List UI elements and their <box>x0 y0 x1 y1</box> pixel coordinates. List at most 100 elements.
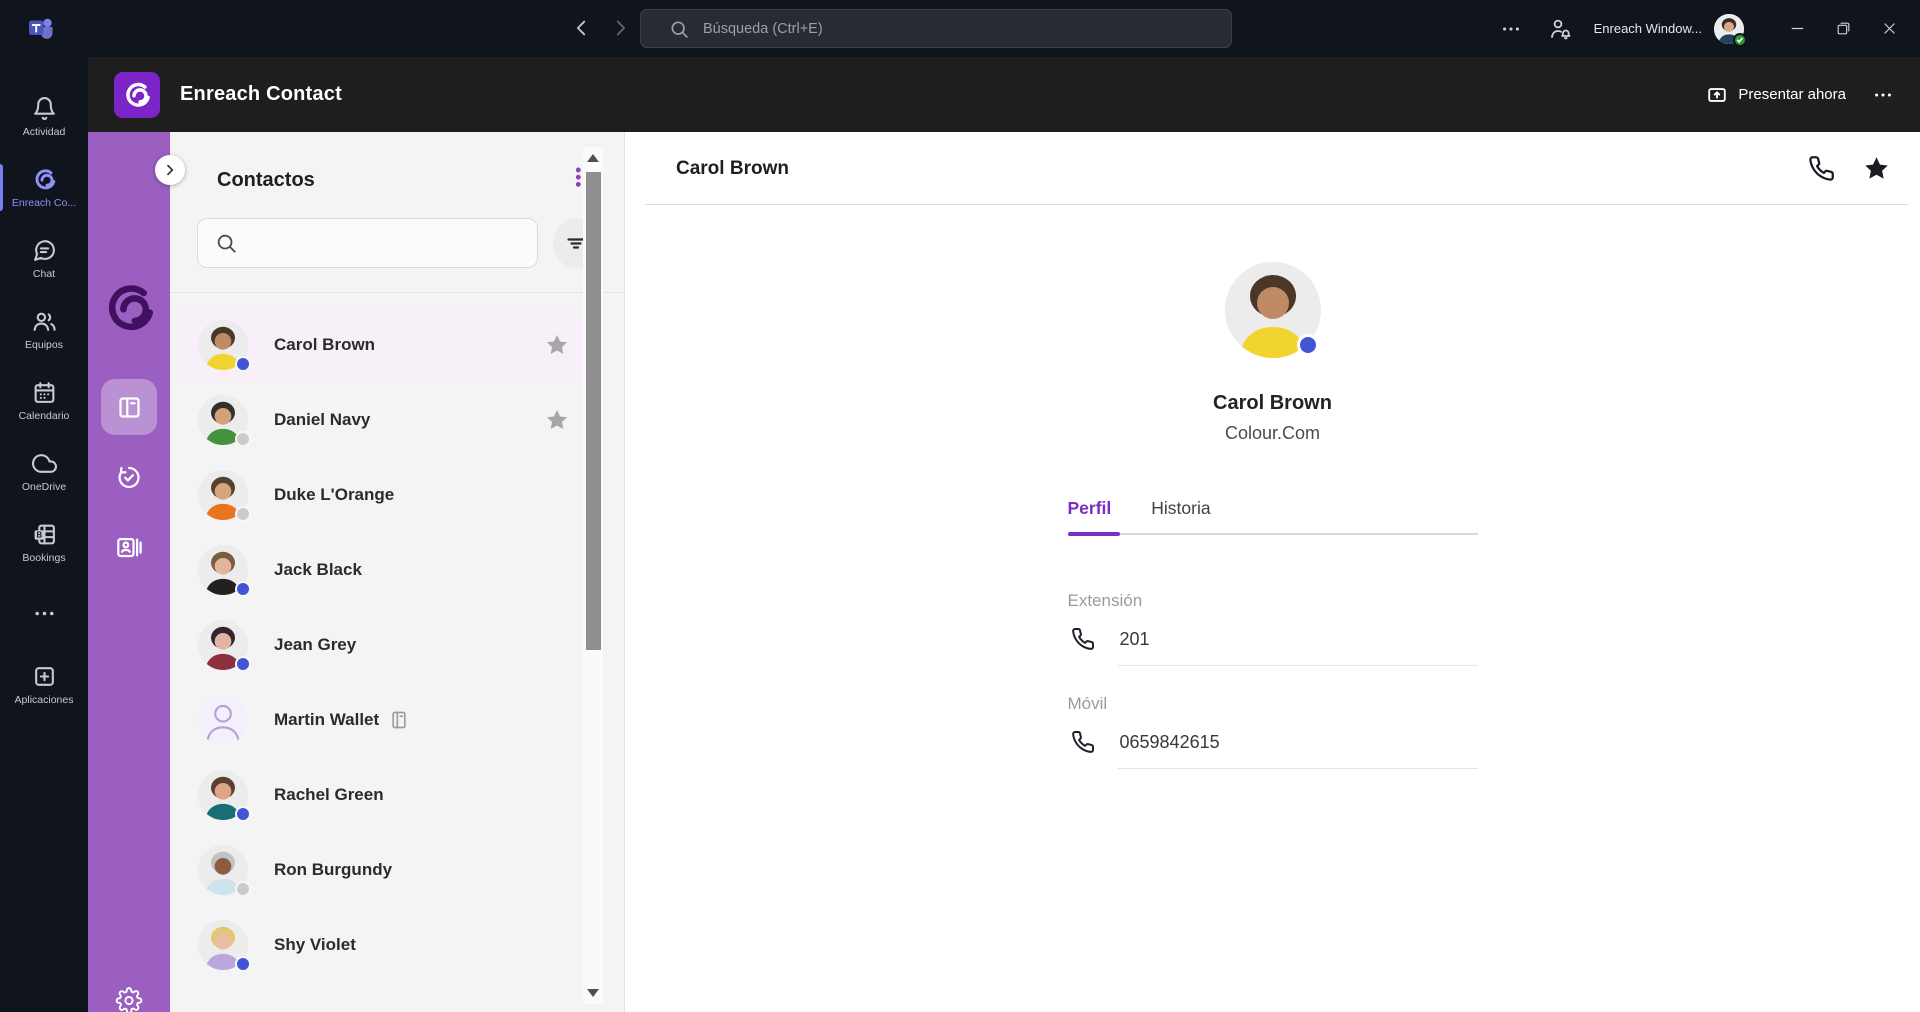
plus-square-icon <box>32 664 57 689</box>
presence-dot <box>235 956 251 972</box>
contact-notifications-icon[interactable] <box>1548 17 1572 41</box>
teams-rail-item-actividad[interactable]: Actividad <box>0 81 88 152</box>
teams-rail-item-chat[interactable]: Chat <box>0 223 88 294</box>
teams-rail-label: Aplicaciones <box>14 693 74 706</box>
teams-rail-label: Equipos <box>25 338 63 351</box>
scroll-up-arrow[interactable] <box>587 154 599 162</box>
titlebar-more-button[interactable] <box>1500 18 1522 40</box>
call-button[interactable] <box>1808 155 1835 182</box>
minimize-button[interactable] <box>1774 9 1820 49</box>
contact-avatar <box>198 845 251 897</box>
contact-list: Carol Brown Daniel Navy Duke L'Orange Ja… <box>170 293 624 1012</box>
scrollbar-thumb[interactable] <box>585 172 601 650</box>
search-icon <box>215 232 237 254</box>
contact-avatar <box>198 920 251 972</box>
teams-window: Enreach Window... Actividad Enreach Co...… <box>0 0 1920 1012</box>
teams-rail-label: Actividad <box>22 125 66 138</box>
contact-row[interactable]: Rachel Green <box>176 758 583 832</box>
global-search[interactable] <box>640 9 1232 48</box>
detail-header: Carol Brown <box>625 132 1920 205</box>
field-value[interactable]: 201 <box>1120 629 1150 650</box>
divider <box>645 204 1908 205</box>
contact-name: Martin Wallet <box>274 710 380 729</box>
contact-row[interactable]: Ron Burgundy <box>176 833 583 907</box>
account-avatar[interactable] <box>1714 13 1747 47</box>
close-icon <box>1881 20 1898 37</box>
contact-avatar <box>198 695 248 745</box>
detail-title: Carol Brown <box>676 157 789 179</box>
contact-avatar <box>198 395 251 447</box>
teams-rail-label: Chat <box>32 267 56 280</box>
enreach-swirl-icon <box>32 167 57 192</box>
chat-icon <box>32 238 57 263</box>
contact-avatar <box>198 770 251 822</box>
close-button[interactable] <box>1866 9 1912 49</box>
enreach-rail-contacts-button[interactable] <box>101 379 157 435</box>
restore-button[interactable] <box>1820 9 1866 49</box>
field-label: Móvil <box>1067 694 1108 713</box>
contact-name: Jean Grey <box>274 635 357 654</box>
teams-rail-item-calendario[interactable]: Calendario <box>0 365 88 436</box>
teams-rail-item-aplicaciones[interactable]: Aplicaciones <box>0 649 88 720</box>
contact-row[interactable]: Jean Grey <box>176 608 583 682</box>
share-screen-icon <box>1706 84 1728 106</box>
enreach-rail <box>88 132 170 1012</box>
contact-avatar <box>1224 262 1321 358</box>
enreach-rail-directory-button[interactable] <box>116 534 143 561</box>
enreach-rail-logo-icon <box>101 280 157 336</box>
ellipsis-icon <box>32 601 57 626</box>
contact-avatar <box>198 620 251 672</box>
tab-perfil[interactable]: Perfil <box>1068 498 1112 521</box>
contact-row[interactable]: Carol Brown <box>176 308 583 382</box>
enreach-app-logo <box>114 71 160 118</box>
back-button[interactable] <box>571 17 593 39</box>
contact-row[interactable]: Daniel Navy <box>176 383 583 457</box>
presence-dot <box>235 581 251 597</box>
contact-row[interactable]: Duke L'Orange <box>176 458 583 532</box>
teams-rail-item-bookings[interactable]: B Bookings <box>0 507 88 578</box>
contact-company: Colour.Com <box>1224 423 1321 443</box>
teams-app-rail: Actividad Enreach Co... Chat Equipos Calenda… <box>0 57 88 1012</box>
settings-gear-button[interactable] <box>115 987 143 1012</box>
minimize-icon <box>1789 20 1806 37</box>
history-nav <box>571 17 631 39</box>
app-title: Enreach Contact <box>180 83 342 105</box>
restore-icon <box>1835 20 1852 37</box>
teams-rail-label: Calendario <box>18 409 70 422</box>
contact-detail-panel: Carol Brown Carol Brown Colour.Com Perfi… <box>625 132 1920 1012</box>
present-now-button[interactable]: Presentar ahora <box>1706 84 1846 106</box>
contacts-search-box[interactable] <box>197 218 538 268</box>
presence-dot <box>1296 334 1319 356</box>
teams-rail-item-onedrive[interactable]: OneDrive <box>0 436 88 507</box>
collapse-rail-button[interactable] <box>155 155 185 185</box>
app-header: Enreach Contact Presentar ahora <box>88 57 1920 132</box>
scroll-down-arrow[interactable] <box>587 989 599 997</box>
contact-avatar <box>198 470 251 522</box>
contacts-search-input[interactable] <box>249 234 519 252</box>
contact-row[interactable]: Shy Violet <box>176 908 583 982</box>
app-more-button[interactable] <box>1872 84 1894 106</box>
favorite-button[interactable] <box>1863 155 1890 182</box>
teams-rail-item-equipos[interactable]: Equipos <box>0 294 88 365</box>
forward-button[interactable] <box>609 17 631 39</box>
teams-rail-item-enreach[interactable]: Enreach Co... <box>0 152 88 223</box>
contact-name: Jack Black <box>274 560 362 579</box>
presence-dot <box>235 881 251 897</box>
contacts-scrollbar[interactable] <box>583 147 603 1004</box>
detail-field: Móvil 0659842615 <box>1068 694 1478 769</box>
bookings-icon: B <box>32 522 57 547</box>
contact-row[interactable]: Jack Black <box>176 533 583 607</box>
field-underline <box>1117 665 1478 666</box>
cloud-icon <box>31 451 57 476</box>
account-label[interactable]: Enreach Window... <box>1594 21 1702 36</box>
contacts-panel-title: Contactos <box>217 168 315 191</box>
search-input[interactable] <box>703 20 1143 37</box>
enreach-rail-history-button[interactable] <box>116 464 143 491</box>
teams-rail-item-more[interactable] <box>0 578 88 649</box>
contact-name: Ron Burgundy <box>274 860 393 879</box>
contact-row[interactable]: Martin Wallet <box>176 683 583 757</box>
detail-tabs: Perfil Historia <box>1068 498 1478 521</box>
field-label: Extensión <box>1067 591 1143 610</box>
field-value[interactable]: 0659842615 <box>1120 732 1220 753</box>
tab-historia[interactable]: Historia <box>1151 498 1210 521</box>
